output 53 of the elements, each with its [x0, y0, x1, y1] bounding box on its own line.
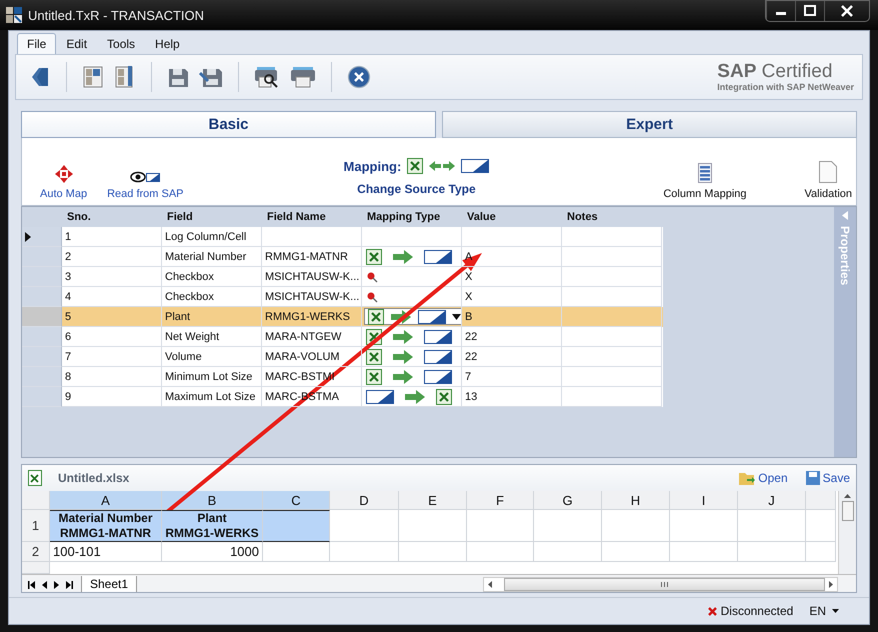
column-header: Field: [166, 210, 194, 225]
column-header: Field Name: [266, 210, 327, 225]
table-cell: 13: [462, 387, 562, 407]
table-row[interactable]: 5 Plant RMMG1-WERKS B: [22, 307, 663, 327]
column-header[interactable]: H: [602, 491, 670, 510]
auto-map-link[interactable]: Auto Map: [40, 188, 88, 200]
column-header[interactable]: G: [534, 491, 602, 510]
validation-button[interactable]: Validation: [804, 188, 852, 200]
column-header: Value: [466, 210, 497, 225]
file-name: Untitled.xlsx: [58, 471, 130, 485]
column-header[interactable]: C: [263, 491, 330, 510]
column-header: Sno.: [66, 210, 92, 225]
change-source-type-link[interactable]: Change Source Type: [357, 182, 476, 196]
table-cell: Maximum Lot Size: [162, 387, 262, 407]
menu-tab[interactable]: Tools: [97, 33, 146, 54]
open-button[interactable]: Open: [739, 471, 788, 485]
table-row[interactable]: 1 Log Column/Cell: [22, 227, 663, 247]
sheet-tab[interactable]: Sheet1: [81, 576, 138, 592]
save-button[interactable]: Save: [806, 471, 850, 485]
column-header[interactable]: J: [738, 491, 806, 510]
logo-subtitle: Integration with SAP NetWeaver: [717, 82, 854, 92]
column-header[interactable]: D: [330, 491, 399, 510]
properties-label: Properties: [838, 226, 852, 286]
row-header[interactable]: 2: [22, 542, 50, 562]
sheet-cell: Material Number RMMG1-MATNR: [50, 510, 162, 542]
menu-tab[interactable]: Help: [145, 33, 190, 54]
menu-tab[interactable]: File: [17, 33, 56, 54]
sheet-cell: 100-101: [50, 542, 162, 562]
window-title: Untitled.TxR - TRANSACTION: [28, 8, 206, 22]
read-from-sap-link[interactable]: Read from SAP: [107, 188, 184, 200]
table-row[interactable]: 4 Checkbox MSICHTAUSW-K... X: [22, 287, 663, 307]
sheet-cell: Plant RMMG1-WERKS: [162, 510, 263, 542]
column-header: Notes: [566, 210, 599, 225]
column-mapping-button[interactable]: Column Mapping: [663, 188, 746, 200]
mapping-label: Mapping:: [344, 158, 402, 174]
column-header[interactable]: E: [399, 491, 467, 510]
column-header[interactable]: I: [670, 491, 738, 510]
connection-status: Disconnected: [720, 604, 794, 618]
menu-tab[interactable]: Edit: [56, 33, 98, 54]
table-row[interactable]: 3 Checkbox MSICHTAUSW-K... X: [22, 267, 663, 287]
column-header[interactable]: A: [50, 491, 162, 510]
language-dropdown[interactable]: EN: [809, 604, 839, 618]
view-tab[interactable]: Expert: [442, 111, 857, 138]
column-header: Mapping Type: [366, 210, 442, 225]
column-header[interactable]: F: [467, 491, 534, 510]
sheet-cell: 1000: [162, 542, 263, 562]
column-header[interactable]: B: [162, 491, 263, 510]
view-tab[interactable]: Basic: [21, 111, 436, 138]
table-row[interactable]: 7 Volume MARA-VOLUM 22: [22, 347, 663, 367]
table-cell: 9: [62, 387, 162, 407]
row-header[interactable]: 1: [22, 510, 50, 542]
table-row[interactable]: 6 Net Weight MARA-NTGEW 22: [22, 327, 663, 347]
logo-title: SAP Certified: [717, 62, 832, 82]
